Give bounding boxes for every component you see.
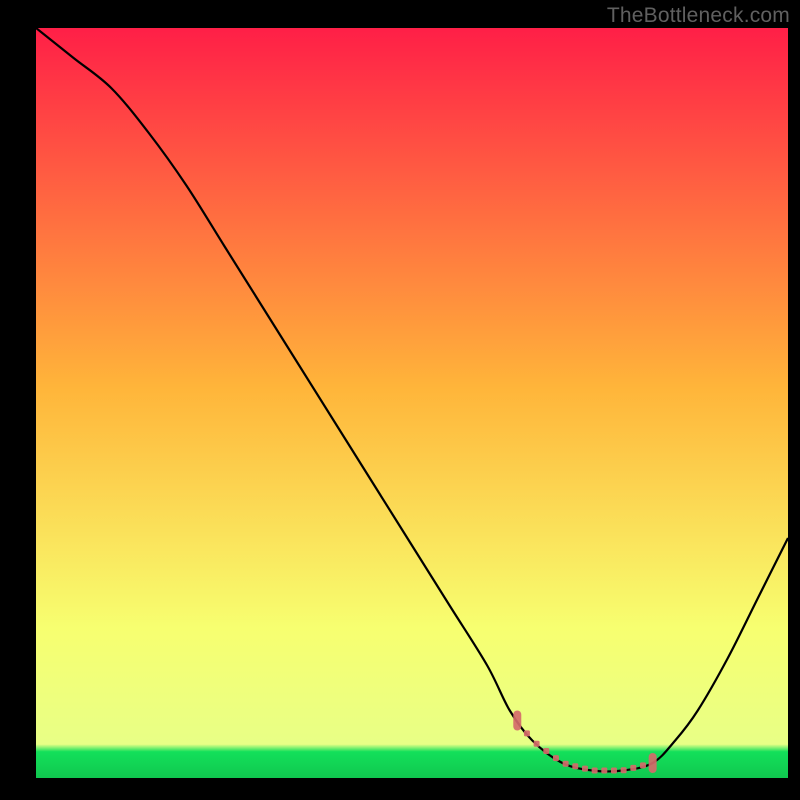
gradient-background [36,28,788,778]
chart-stage: { "watermark": "TheBottleneck.com", "col… [0,0,800,800]
bottleneck-chart [0,0,800,800]
watermark-text: TheBottleneck.com [607,4,790,28]
